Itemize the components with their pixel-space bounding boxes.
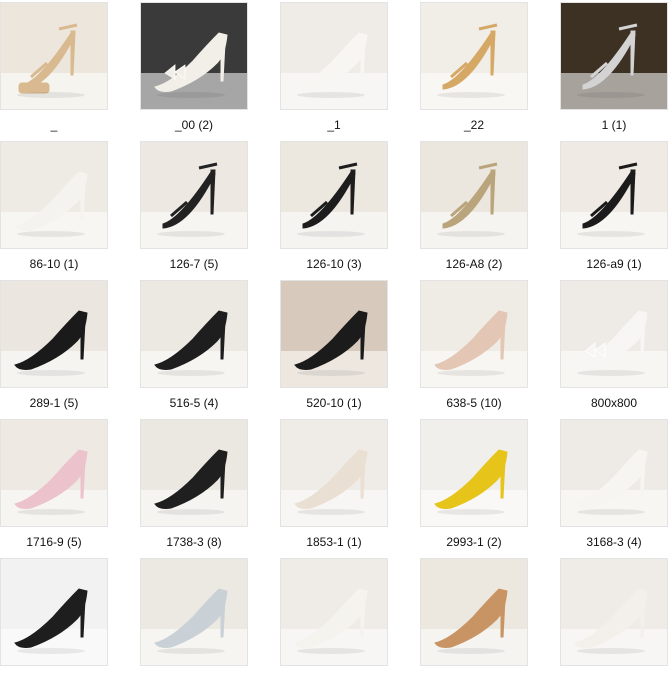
black-suede-crystal-pump-icon[interactable] <box>140 419 248 527</box>
file-tile[interactable]: 1853-1 (1) <box>280 419 388 549</box>
file-tile[interactable]: 3168-3 (4) <box>560 419 668 549</box>
beige-platform-sandal-icon[interactable] <box>0 2 108 110</box>
file-name-label: 126-7 (5) <box>169 257 219 271</box>
file-tile[interactable]: 86-10 (1) <box>0 141 108 271</box>
file-tile[interactable]: 1 (1) <box>560 2 668 132</box>
file-name-label: _00 (2) <box>174 118 214 132</box>
white-mule-icon[interactable] <box>0 141 108 249</box>
silver-strappy-heel-icon[interactable] <box>560 2 668 110</box>
black-crystal-pump-icon[interactable] <box>140 280 248 388</box>
file-name-label: 126-a9 (1) <box>586 257 642 271</box>
file-thumbnail-grid: _ _00 (2) _1 _22 1 (1) 86-10 (1) 126-7 (5) 126-… <box>0 0 669 669</box>
file-tile[interactable]: _00 (2) <box>140 2 248 132</box>
black-platform-pump-icon[interactable] <box>0 280 108 388</box>
file-name-label: 3168-3 (4) <box>586 535 642 549</box>
pink-gradient-pump-icon[interactable] <box>0 419 108 527</box>
lace-pump-icon[interactable] <box>280 419 388 527</box>
gold-strappy-sandal-icon[interactable] <box>420 141 528 249</box>
file-tile[interactable] <box>280 558 388 686</box>
white-bow-pump-icon[interactable] <box>560 280 668 388</box>
black-crystal-ankle-pump-icon[interactable] <box>280 280 388 388</box>
file-tile[interactable]: 126-a9 (1) <box>560 141 668 271</box>
file-name-label: 126-10 (3) <box>306 257 362 271</box>
file-name-label: 126-A8 (2) <box>445 257 503 271</box>
file-name-label: 2993-1 (2) <box>446 535 502 549</box>
black-strappy-sandal-icon[interactable] <box>140 141 248 249</box>
file-tile[interactable]: 289-1 (5) <box>0 280 108 410</box>
file-tile[interactable] <box>420 558 528 686</box>
white-pump-icon[interactable] <box>280 2 388 110</box>
file-name-label: _1 <box>327 118 341 132</box>
file-tile[interactable]: 126-10 (3) <box>280 141 388 271</box>
file-name-label: 86-10 (1) <box>29 257 79 271</box>
white-bow-heel-icon[interactable] <box>140 2 248 110</box>
file-tile[interactable]: _22 <box>420 2 528 132</box>
file-name-label: 800x800 <box>590 396 638 410</box>
file-name-label: 516-5 (4) <box>169 396 219 410</box>
file-tile[interactable] <box>0 558 108 686</box>
file-tile[interactable]: _1 <box>280 2 388 132</box>
nude-pump-icon[interactable] <box>420 280 528 388</box>
black-ankle-strap-sandal-icon[interactable] <box>560 141 668 249</box>
white-pump-icon[interactable] <box>560 558 668 666</box>
gold-metallic-pump-icon[interactable] <box>420 558 528 666</box>
file-name-label: 289-1 (5) <box>29 396 79 410</box>
file-tile[interactable]: 1716-9 (5) <box>0 419 108 549</box>
file-name-label: _22 <box>463 118 485 132</box>
file-name-label: _ <box>50 118 58 132</box>
file-tile[interactable]: 1738-3 (8) <box>140 419 248 549</box>
gold-jeweled-sandal-icon[interactable] <box>420 2 528 110</box>
file-tile[interactable]: 2993-1 (2) <box>420 419 528 549</box>
file-tile[interactable]: 126-A8 (2) <box>420 141 528 271</box>
file-tile[interactable]: 516-5 (4) <box>140 280 248 410</box>
file-tile[interactable]: 638-5 (10) <box>420 280 528 410</box>
black-suede-pump-icon[interactable] <box>0 558 108 666</box>
file-tile[interactable] <box>560 558 668 686</box>
file-name-label: 638-5 (10) <box>446 396 502 410</box>
file-tile[interactable]: 800x800 <box>560 280 668 410</box>
yellow-satin-pump-icon[interactable] <box>420 419 528 527</box>
file-tile[interactable]: _ <box>0 2 108 132</box>
file-name-label: 1853-1 (1) <box>306 535 362 549</box>
file-tile[interactable] <box>140 558 248 686</box>
file-tile[interactable]: 126-7 (5) <box>140 141 248 271</box>
file-name-label: 1 (1) <box>601 118 627 132</box>
file-name-label: 1738-3 (8) <box>166 535 222 549</box>
file-tile[interactable]: 520-10 (1) <box>280 280 388 410</box>
file-name-label: 520-10 (1) <box>306 396 362 410</box>
glitter-pump-icon[interactable] <box>140 558 248 666</box>
white-pointed-pump-icon[interactable] <box>560 419 668 527</box>
black-strappy-sandal-icon[interactable] <box>280 141 388 249</box>
file-name-label: 1716-9 (5) <box>26 535 82 549</box>
white-satin-pump-icon[interactable] <box>280 558 388 666</box>
